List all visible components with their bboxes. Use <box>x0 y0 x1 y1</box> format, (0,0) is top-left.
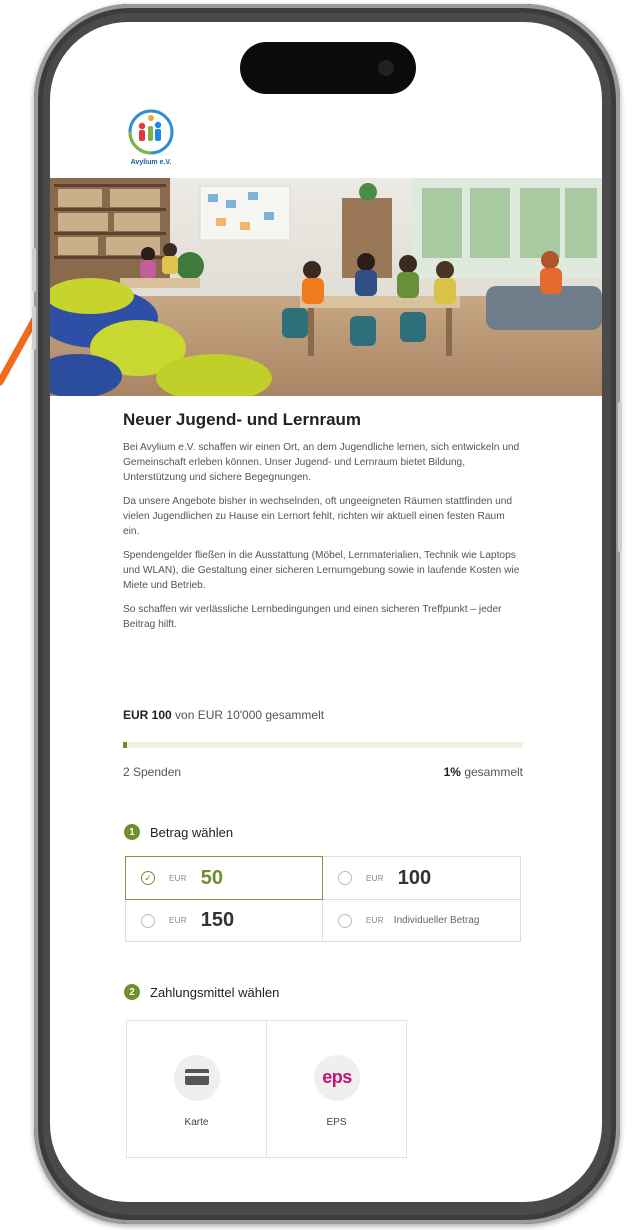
logo-text: Avylium e.V. <box>131 159 172 166</box>
step-label: Zahlungsmittel wählen <box>150 984 280 1000</box>
currency-label: EUR <box>366 873 384 883</box>
step-number: 1 <box>124 824 140 840</box>
description-paragraph: Bei Avylium e.V. schaffen wir einen Ort,… <box>123 442 520 483</box>
goal-text: von EUR 10'000 gesammelt <box>175 708 325 722</box>
description-paragraph: Da unsere Angebote bisher in wechselnden… <box>123 496 513 537</box>
eps-icon: eps <box>314 1055 360 1101</box>
volume-button <box>32 306 36 350</box>
payment-label: Karte <box>184 1117 209 1128</box>
custom-amount-label: Individueller Betrag <box>393 915 480 926</box>
progress-bar <box>123 742 523 748</box>
amount-value: 100 <box>397 866 432 889</box>
raised-amount: EUR 100 <box>123 708 172 722</box>
campaign-description: Neuer Jugend- und Lernraum Bei Avylium e… <box>123 410 523 641</box>
amount-option-100[interactable]: EUR 100 <box>322 856 521 900</box>
check-icon: ✓ <box>141 871 155 885</box>
radio-icon <box>338 871 352 885</box>
amount-value: 150 <box>200 909 235 931</box>
step-1-header: 1 Betrag wählen <box>124 824 233 840</box>
amount-value: 50 <box>200 866 224 889</box>
amount-option-custom[interactable]: EUR Individueller Betrag <box>322 899 521 942</box>
org-logo: Avylium e.V. <box>128 109 174 166</box>
volume-button <box>32 248 36 292</box>
payment-method-eps[interactable]: eps EPS <box>266 1020 407 1158</box>
card-icon <box>174 1055 220 1101</box>
radio-icon <box>141 913 155 928</box>
eps-logo: eps <box>322 1067 352 1087</box>
payment-methods: Karte eps EPS <box>126 1020 408 1158</box>
phone-screen: Avylium e.V. Neuer Jugend- und Lernraum … <box>50 22 602 1202</box>
donation-count: 2 Spenden <box>123 765 182 779</box>
amount-option-150[interactable]: EUR 150 <box>125 899 323 942</box>
currency-label: EUR <box>169 873 187 883</box>
currency-label: EUR <box>366 916 384 925</box>
step-2-header: 2 Zahlungsmittel wählen <box>124 984 279 1000</box>
camera-icon <box>378 60 394 76</box>
campaign-title: Neuer Jugend- und Lernraum <box>123 410 362 429</box>
description-paragraph: Spendengelder fließen in die Ausstattung… <box>123 550 520 591</box>
amount-selector: ✓ EUR 50 EUR 100 EUR 150 EUR Individuell… <box>125 856 521 942</box>
amount-option-50[interactable]: ✓ EUR 50 <box>125 856 323 900</box>
power-button <box>618 402 622 552</box>
percent-label: gesammelt <box>464 765 523 779</box>
step-label: Betrag wählen <box>150 824 234 840</box>
percent-collected: 1% gesammelt <box>444 765 523 779</box>
description-paragraph: So schaffen wir verlässliche Lernbedingu… <box>123 604 502 630</box>
currency-label: EUR <box>169 916 187 925</box>
radio-icon <box>338 913 352 928</box>
step-number: 2 <box>124 984 140 1000</box>
dynamic-island <box>240 42 416 94</box>
hero-image <box>50 178 602 396</box>
payment-method-card[interactable]: Karte <box>126 1020 267 1158</box>
payment-label: EPS <box>326 1117 347 1128</box>
raised-summary: EUR 100 von EUR 10'000 gesammelt <box>123 708 324 722</box>
percent-value: 1% <box>443 765 461 779</box>
progress-fill <box>123 742 127 748</box>
